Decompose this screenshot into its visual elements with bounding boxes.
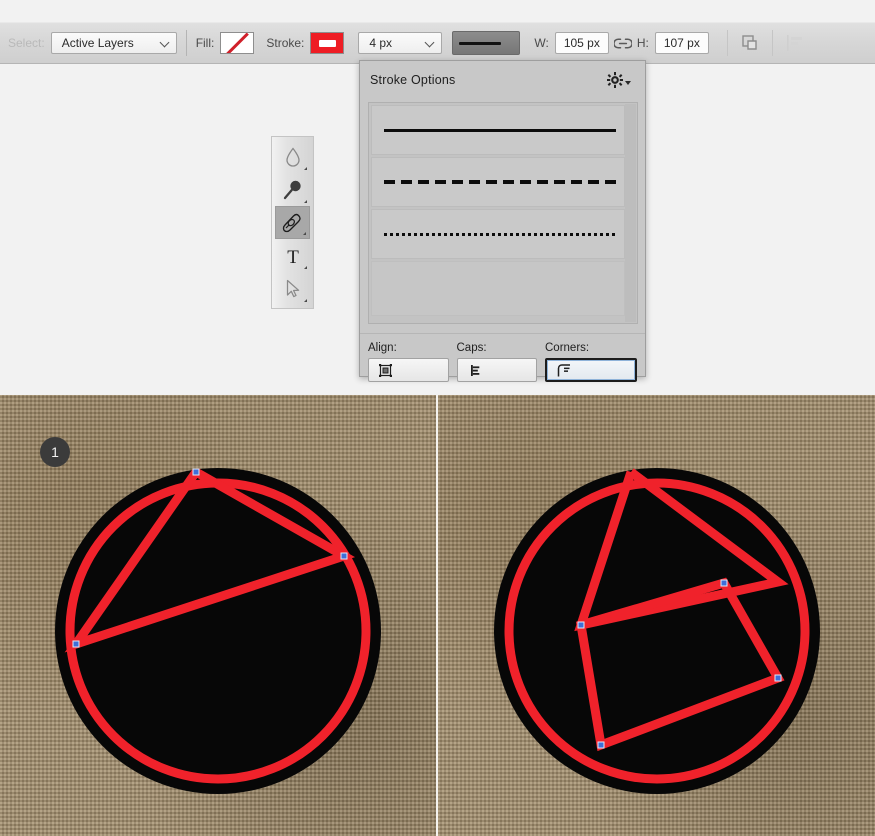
path-alignment-icon[interactable]: [782, 30, 808, 56]
stroke-type-dropdown[interactable]: [452, 31, 521, 55]
type-tool[interactable]: T: [275, 239, 310, 272]
dotted-line-icon: [384, 232, 616, 236]
badge-1-label: 1: [51, 444, 59, 460]
panel-title: Stroke Options: [370, 73, 456, 87]
height-input[interactable]: 107 px: [654, 32, 709, 54]
dashed-line-icon: [384, 180, 616, 184]
options-bar: Select: Active Layers Fill: Stroke: 4 px…: [0, 22, 875, 64]
corners-field: Corners:: [545, 342, 637, 382]
divider: [771, 30, 773, 56]
example-canvas-2: 2: [436, 395, 875, 836]
tool-flyout-triangle-icon: [304, 266, 307, 269]
dotted-stroke-preset[interactable]: [371, 209, 625, 259]
blur-tool[interactable]: [275, 140, 310, 173]
select-scope-value: Active Layers: [61, 36, 134, 50]
width-label: W:: [534, 36, 549, 50]
stroke-preset-list[interactable]: [368, 102, 638, 324]
no-fill-slash-icon: [225, 33, 249, 53]
miter-corner-icon: [557, 363, 570, 376]
tool-flyout-triangle-icon: [304, 200, 307, 203]
select-scope-dropdown[interactable]: Active Layers: [50, 32, 177, 54]
stroke-width-value: 4 px: [369, 36, 393, 50]
dashed-stroke-preset[interactable]: [371, 157, 625, 207]
dodge-tool[interactable]: [275, 173, 310, 206]
select-label: Select:: [8, 36, 45, 50]
corners-dropdown[interactable]: [545, 358, 637, 382]
corners-label: Corners:: [545, 342, 590, 354]
preset-list-scrollbar[interactable]: [625, 104, 636, 322]
align-dropdown[interactable]: [368, 358, 449, 382]
example-canvas-1: 1: [0, 395, 436, 836]
butt-cap-icon: [470, 364, 479, 376]
fill-label: Fill:: [195, 36, 215, 50]
badge-1: 1: [40, 437, 70, 467]
chevron-down-icon: [426, 38, 435, 47]
example-shape-quad[interactable]: [438, 395, 875, 836]
stroke-swatch[interactable]: [310, 32, 345, 54]
align-center-stroke-icon: [379, 363, 392, 377]
empty-preset-slot: [371, 261, 625, 316]
align-label: Align:: [368, 342, 397, 354]
solid-line-preview-icon: [459, 41, 502, 45]
solid-stroke-preset[interactable]: [371, 105, 625, 155]
link-icon[interactable]: [613, 33, 633, 53]
height-value: 107 px: [663, 36, 700, 50]
stroke-label: Stroke:: [266, 36, 305, 50]
divider: [185, 30, 187, 56]
stroke-swatch-inner: [318, 39, 336, 47]
caps-dropdown[interactable]: [456, 358, 537, 382]
example-canvases: 1 2: [0, 395, 875, 836]
caps-label: Caps:: [456, 342, 487, 354]
tool-palette: T: [271, 136, 314, 309]
path-selection-tool[interactable]: [275, 272, 310, 305]
fill-swatch[interactable]: [220, 32, 255, 54]
align-field: Align:: [368, 342, 449, 382]
width-input[interactable]: 105 px: [554, 32, 609, 54]
tool-flyout-triangle-icon: [304, 167, 307, 170]
divider: [726, 30, 728, 56]
width-value: 105 px: [563, 36, 600, 50]
stroke-options-header: Stroke Options: [360, 61, 645, 99]
stroke-width-dropdown[interactable]: 4 px: [358, 32, 443, 54]
path-operations-icon[interactable]: [737, 30, 763, 56]
svg-text:T: T: [287, 247, 299, 267]
stroke-options-panel: Stroke Options Align: Caps: Corners:: [359, 60, 646, 422]
tool-flyout-triangle-icon: [304, 299, 307, 302]
height-label: H:: [636, 36, 649, 50]
solid-line-icon: [384, 128, 616, 132]
caret-down-icon: [625, 81, 631, 85]
tool-flyout-triangle-icon: [303, 232, 306, 235]
caps-field: Caps:: [456, 342, 537, 382]
photoshop-screenshot: Select: Active Layers Fill: Stroke: 4 px…: [0, 0, 875, 836]
pen-tool[interactable]: [275, 206, 310, 239]
gear-icon[interactable]: [607, 72, 631, 88]
chevron-down-icon: [161, 38, 170, 47]
